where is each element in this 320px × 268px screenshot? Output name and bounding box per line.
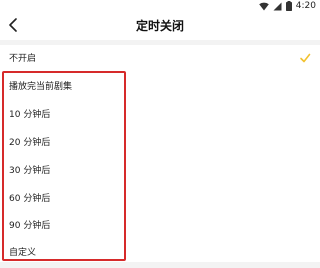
option-row-after-episode[interactable]: 播放完当前剧集	[0, 73, 320, 101]
option-label: 20 分钟后	[9, 138, 51, 148]
option-label: 30 分钟后	[9, 166, 51, 176]
option-label: 60 分钟后	[9, 194, 51, 204]
battery-icon	[285, 1, 292, 11]
checkmark-icon	[300, 53, 311, 63]
status-time: 4:20	[295, 1, 316, 11]
status-bar: 4:20	[0, 0, 320, 12]
option-row-30-min[interactable]: 30 分钟后	[0, 157, 320, 185]
option-label: 10 分钟后	[9, 110, 51, 120]
option-row-10-min[interactable]: 10 分钟后	[0, 101, 320, 129]
app-header: 定时关闭	[0, 12, 320, 40]
option-label: 自定义	[9, 248, 37, 258]
option-row-60-min[interactable]: 60 分钟后	[0, 185, 320, 213]
option-row-90-min[interactable]: 90 分钟后	[0, 212, 320, 240]
option-label: 90 分钟后	[9, 221, 51, 231]
bottom-strip	[0, 262, 320, 268]
status-icons: 4:20	[258, 1, 316, 11]
page-title: 定时关闭	[135, 19, 184, 33]
option-row-off[interactable]: 不开启	[0, 45, 320, 73]
option-label: 播放完当前剧集	[9, 82, 73, 92]
signal-icon	[273, 2, 282, 10]
option-label: 不开启	[9, 54, 37, 64]
wifi-icon	[258, 2, 269, 10]
option-row-20-min[interactable]: 20 分钟后	[0, 129, 320, 157]
